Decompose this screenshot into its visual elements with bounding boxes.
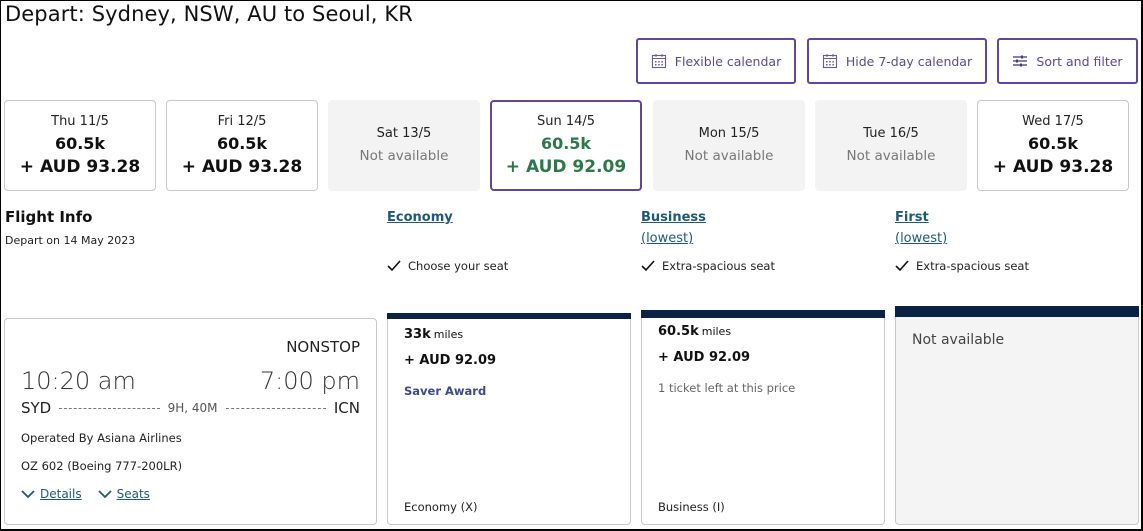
day-date: Mon 15/5 xyxy=(698,126,760,141)
calendar-day-tue-16-5: Tue 16/5 Not available xyxy=(815,100,967,191)
saver-award-label: Saver Award xyxy=(404,384,487,398)
flight-card: NONSTOP 10:20 am 7:00 pm SYD 9H, 40M ICN… xyxy=(4,318,377,525)
fare-price: + AUD 92.09 xyxy=(404,353,497,368)
flexible-calendar-label: Flexible calendar xyxy=(674,53,782,69)
page-title: Depart: Sydney, NSW, AU to Seoul, KR xyxy=(5,2,413,26)
route-dash xyxy=(59,407,160,409)
fare-top-bar xyxy=(895,306,1139,317)
calendar-day-fri-12-5[interactable]: Fri 12/5 60.5k + AUD 93.28 xyxy=(166,100,318,191)
tickets-left-note: 1 ticket left at this price xyxy=(658,381,796,395)
day-unavailable: Not available xyxy=(684,148,774,164)
origin-code: SYD xyxy=(21,399,52,417)
hide-7-day-calendar-button[interactable]: Hide 7-day calendar xyxy=(807,38,987,84)
fare-unavailable: Not available xyxy=(912,332,1005,348)
day-date: Sat 13/5 xyxy=(376,126,432,141)
feature-label: Choose your seat xyxy=(408,259,509,273)
flight-duration: 9H, 40M xyxy=(167,401,218,415)
fare-miles: 60.5k miles xyxy=(658,324,732,339)
cabin-feature-business: Extra-spacious seat xyxy=(641,259,775,273)
calendar-icon xyxy=(651,54,666,69)
operator: Operated By Asiana Airlines xyxy=(21,431,182,445)
fare-top-bar xyxy=(387,313,631,319)
fare-miles: 33k miles xyxy=(404,327,464,342)
stops-label: NONSTOP xyxy=(286,338,360,356)
day-date: Tue 16/5 xyxy=(863,126,919,141)
day-date: Thu 11/5 xyxy=(51,113,109,129)
depart-date: Depart on 14 May 2023 xyxy=(5,234,136,247)
fare-class: Business (I) xyxy=(658,500,725,514)
fare-class: Economy (X) xyxy=(404,500,478,514)
cabin-feature-economy: Choose your seat xyxy=(387,259,508,273)
day-miles: 60.5k xyxy=(540,133,592,153)
flight-links: Details Seats xyxy=(21,487,150,501)
route-line: SYD 9H, 40M ICN xyxy=(21,399,360,417)
calendar-day-thu-11-5[interactable]: Thu 11/5 60.5k + AUD 93.28 xyxy=(4,100,156,191)
calendar-day-wed-17-5[interactable]: Wed 17/5 60.5k + AUD 93.28 xyxy=(977,100,1129,191)
cabin-business-lowest-link[interactable]: (lowest) xyxy=(641,231,693,246)
arrival-time: 7:00 pm xyxy=(259,367,360,395)
details-label: Details xyxy=(40,487,82,501)
day-price: + AUD 92.09 xyxy=(505,156,627,177)
destination-code: ICN xyxy=(333,399,360,417)
check-icon xyxy=(641,260,655,272)
calendar-icon xyxy=(822,54,837,69)
chevron-down-icon xyxy=(21,490,35,499)
chevron-down-icon xyxy=(97,490,112,499)
seats-link[interactable]: Seats xyxy=(97,487,150,501)
day-unavailable: Not available xyxy=(846,148,936,164)
day-price: + AUD 93.28 xyxy=(19,156,141,177)
cabin-first-lowest-link[interactable]: (lowest) xyxy=(895,231,947,246)
fare-card-economy[interactable]: 33k miles + AUD 92.09 Saver Award Economy… xyxy=(387,313,631,525)
flight-number: OZ 602 (Boeing 777-200LR) xyxy=(21,459,183,473)
day-date: Fri 12/5 xyxy=(217,113,267,129)
cabin-header-first[interactable]: First xyxy=(895,210,929,225)
day-miles: 60.5k xyxy=(54,133,106,153)
sort-and-filter-button[interactable]: Sort and filter xyxy=(997,38,1138,84)
details-link[interactable]: Details xyxy=(21,487,82,501)
sliders-icon xyxy=(1013,55,1028,67)
cabin-header-business[interactable]: Business xyxy=(641,210,706,225)
route-dash xyxy=(225,407,326,409)
fare-price: + AUD 92.09 xyxy=(658,350,751,365)
flight-info-heading: Flight Info xyxy=(5,208,93,226)
hide-calendar-label: Hide 7-day calendar xyxy=(845,53,973,69)
day-price: + AUD 93.28 xyxy=(992,156,1114,177)
day-miles: 60.5k xyxy=(216,133,268,153)
flexible-calendar-button[interactable]: Flexible calendar xyxy=(636,38,796,84)
fare-card-business[interactable]: 60.5k miles + AUD 92.09 1 ticket left at … xyxy=(641,310,885,525)
feature-label: Extra-spacious seat xyxy=(916,259,1029,273)
fare-top-bar xyxy=(641,310,885,318)
day-date: Wed 17/5 xyxy=(1022,113,1084,129)
fare-card-first: Not available xyxy=(895,306,1139,525)
check-icon xyxy=(895,260,909,272)
day-miles: 60.5k xyxy=(1027,133,1079,153)
calendar-day-sat-13-5: Sat 13/5 Not available xyxy=(328,100,480,191)
check-icon xyxy=(387,260,401,272)
day-price: + AUD 93.28 xyxy=(181,156,303,177)
day-unavailable: Not available xyxy=(359,148,449,164)
feature-label: Extra-spacious seat xyxy=(662,259,775,273)
sort-filter-label: Sort and filter xyxy=(1036,53,1123,69)
day-date: Sun 14/5 xyxy=(536,113,596,129)
departure-time: 10:20 am xyxy=(21,367,136,395)
cabin-header-economy[interactable]: Economy xyxy=(387,210,453,225)
calendar-day-mon-15-5: Mon 15/5 Not available xyxy=(653,100,805,191)
cabin-feature-first: Extra-spacious seat xyxy=(895,259,1029,273)
calendar-day-sun-14-5-selected[interactable]: Sun 14/5 60.5k + AUD 92.09 xyxy=(490,100,642,191)
seats-label: Seats xyxy=(116,487,150,501)
